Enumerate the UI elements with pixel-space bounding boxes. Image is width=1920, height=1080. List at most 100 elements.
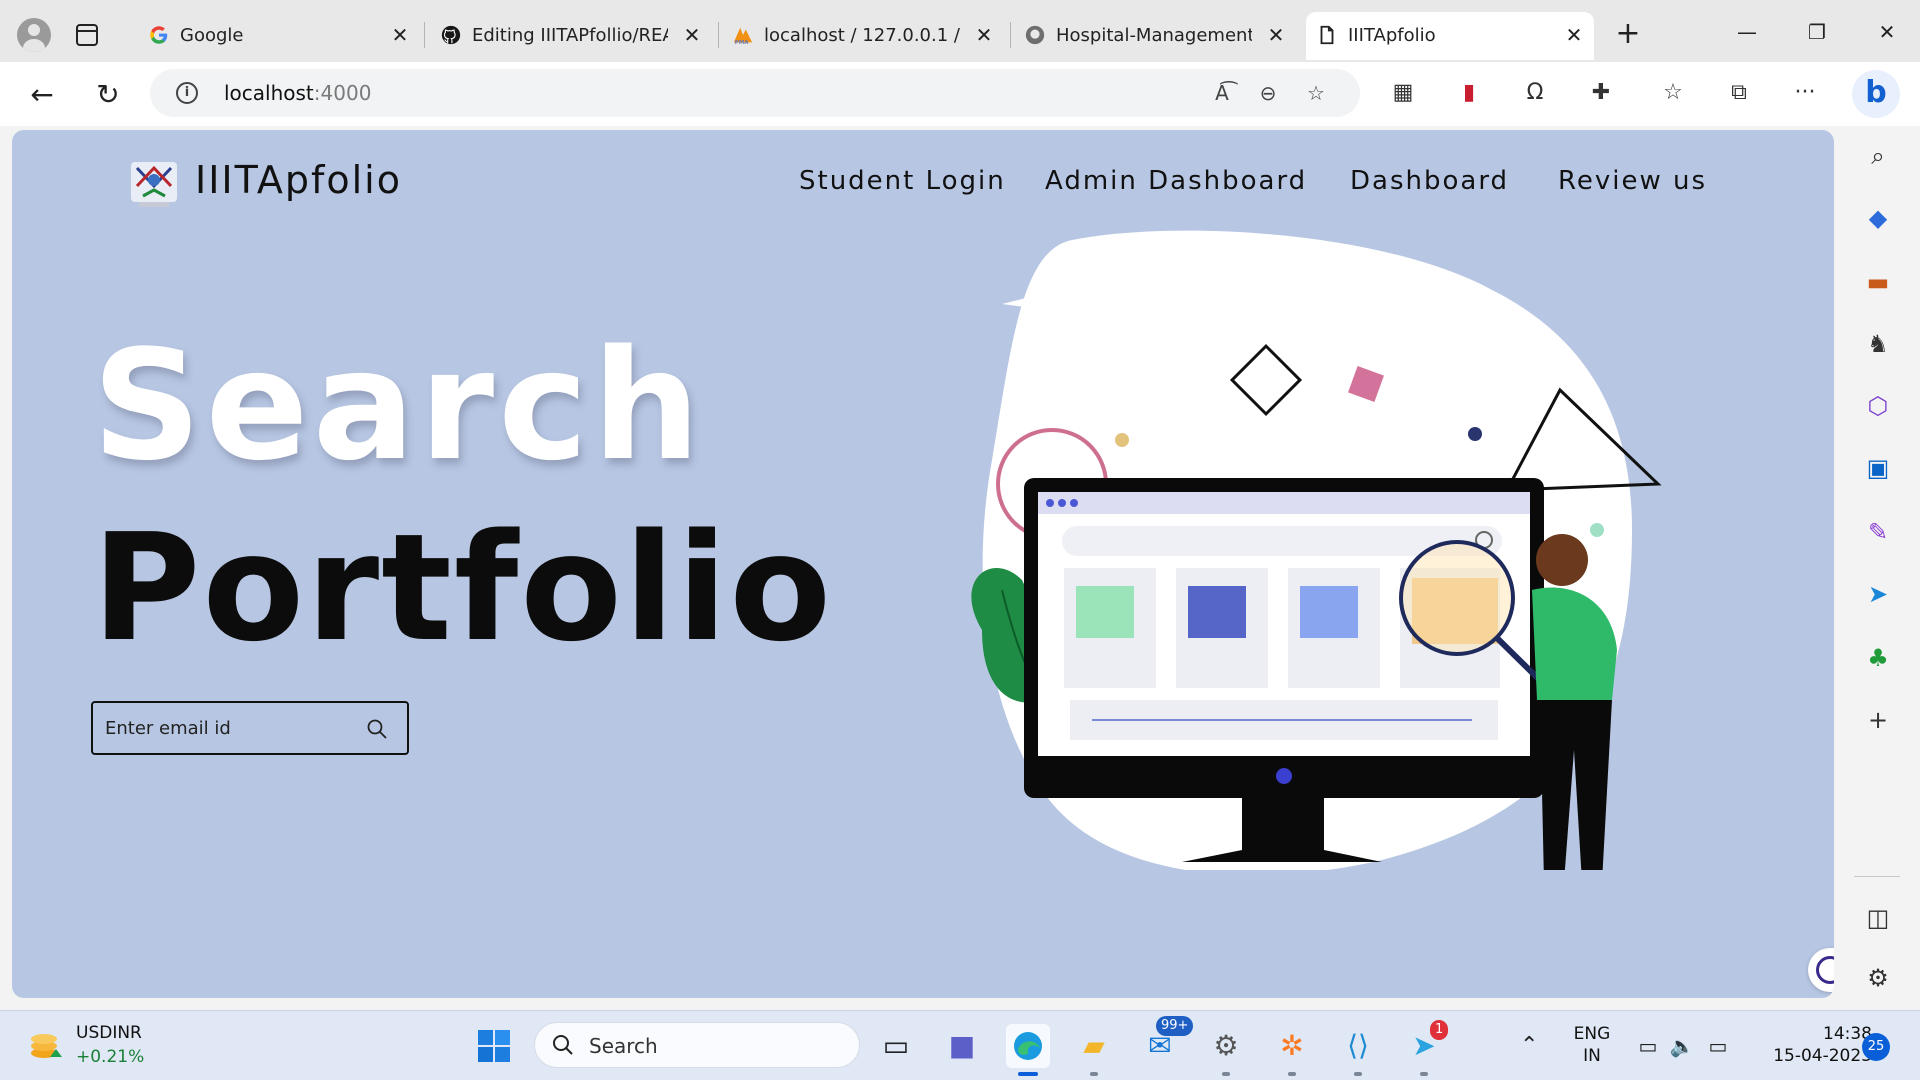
running-indicator <box>1288 1072 1296 1076</box>
windows-start-icon[interactable] <box>472 1024 516 1068</box>
tab-title: Hospital-Management-System <box>1056 25 1252 46</box>
teams-chat-icon[interactable]: ■ <box>940 1024 984 1068</box>
github-icon <box>441 25 461 45</box>
chat-widget-button[interactable] <box>1808 948 1834 992</box>
tab-title: IIITApfolio <box>1348 25 1436 46</box>
hero-heading-search: Search <box>92 317 705 494</box>
restore-button[interactable]: ❐ <box>1794 14 1840 50</box>
tab-google[interactable]: Google ✕ <box>138 12 420 60</box>
tab-separator <box>718 22 719 48</box>
site-info-icon[interactable]: i <box>176 82 198 104</box>
outlook-icon[interactable]: ▣ <box>1856 446 1900 490</box>
tab-github-readme[interactable]: Editing IIITAPfollio/README ✕ <box>430 12 712 60</box>
mail-icon[interactable]: ✉ 99+ <box>1138 1016 1194 1068</box>
refresh-button[interactable]: ↻ <box>88 76 128 116</box>
tab-actions-icon[interactable] <box>76 24 98 46</box>
tab-phpmyadmin[interactable]: PMA localhost / 127.0.0.1 / phpMyAdmin ✕ <box>722 12 1004 60</box>
designer-icon[interactable]: ✎ <box>1856 510 1900 554</box>
taskbar-search[interactable]: Search <box>534 1022 860 1068</box>
close-window-button[interactable]: ✕ <box>1864 14 1910 50</box>
zoom-out-icon[interactable]: ⊖ <box>1254 79 1282 107</box>
running-indicator <box>1354 1072 1362 1076</box>
url-text[interactable]: localhost:4000 <box>224 81 371 105</box>
microsoft365-icon[interactable]: ⬡ <box>1856 384 1900 428</box>
task-view-icon[interactable]: ▭ <box>874 1024 918 1068</box>
omega-extension-icon[interactable]: Ω <box>1518 76 1552 110</box>
collections-icon[interactable]: ⧉ <box>1722 76 1756 110</box>
send-plane-icon[interactable]: ➤ <box>1856 572 1900 616</box>
volume-icon[interactable]: 🔈 <box>1668 1033 1696 1059</box>
currency-coins-icon[interactable] <box>28 1027 64 1063</box>
hero-heading-portfolio: Portfolio <box>92 502 834 674</box>
sidebar-divider <box>1854 876 1900 877</box>
games-chess-icon[interactable]: ♞ <box>1856 322 1900 366</box>
edge-sidebar: ⌕ ◆ ▬ ♞ ⬡ ▣ ✎ ➤ ♣ + ◫ ⚙ <box>1836 126 1920 1010</box>
language-code: ENG <box>1573 1024 1611 1044</box>
search-icon[interactable]: ⌕ <box>1856 134 1900 178</box>
region-code: IN <box>1583 1046 1601 1066</box>
chatbot-face-icon <box>1816 956 1834 984</box>
extensions-puzzle-icon[interactable]: ✚ <box>1584 76 1618 110</box>
hide-sidebar-icon[interactable]: ◫ <box>1856 896 1900 940</box>
add-favorite-icon[interactable]: ☆ <box>1302 79 1330 107</box>
notification-count-badge[interactable]: 25 <box>1862 1033 1890 1061</box>
hero-illustration <box>971 230 1662 870</box>
tab-title: localhost / 127.0.0.1 / phpMyAdmin <box>764 25 960 46</box>
browser-toolbar: ← ↻ i localhost:4000 A͡ ⊖ ☆ ▦ ▮ Ω ✚ ☆ ⧉ … <box>0 62 1920 126</box>
back-button[interactable]: ← <box>22 76 62 116</box>
nav-dashboard[interactable]: Dashboard <box>1350 166 1509 196</box>
email-search-box <box>91 701 409 755</box>
favorites-icon[interactable]: ☆ <box>1656 76 1690 110</box>
svg-text:PMA: PMA <box>735 40 750 46</box>
github-icon <box>1025 25 1045 45</box>
settings-gear-icon[interactable]: ⚙ <box>1204 1024 1248 1076</box>
ticker-name[interactable]: USDINR <box>76 1023 142 1043</box>
extension-flag-icon[interactable]: ▮ <box>1452 76 1486 110</box>
system-clock[interactable]: 14:38 15-04-2023 <box>1752 1023 1872 1067</box>
tree-icon[interactable]: ♣ <box>1856 636 1900 680</box>
network-icon[interactable]: ▭ <box>1634 1033 1662 1059</box>
xampp-icon[interactable]: ✲ <box>1270 1024 1314 1076</box>
more-options-icon[interactable]: ··· <box>1788 76 1822 110</box>
sidebar-settings-icon[interactable]: ⚙ <box>1856 956 1900 1000</box>
tab-title: Google <box>180 25 244 46</box>
close-tab-icon[interactable]: ✕ <box>1264 22 1288 48</box>
search-icon <box>553 1035 573 1055</box>
profile-avatar[interactable] <box>17 18 51 52</box>
tab-iiitapfolio[interactable]: IIITApfolio ✕ <box>1306 12 1594 60</box>
bing-chat-icon[interactable]: b <box>1852 70 1900 118</box>
add-sidebar-app-icon[interactable]: + <box>1856 698 1900 742</box>
battery-icon[interactable]: ▭ <box>1704 1033 1732 1059</box>
collections-extension-icon[interactable]: ▦ <box>1386 76 1420 110</box>
file-explorer-icon[interactable]: ▰ <box>1072 1024 1116 1076</box>
close-tab-icon[interactable]: ✕ <box>1562 22 1586 48</box>
telegram-icon[interactable]: ➤ 1 <box>1402 1020 1449 1076</box>
read-aloud-icon[interactable]: A͡ <box>1208 79 1236 107</box>
phpmyadmin-icon: PMA <box>733 27 753 46</box>
shopping-tag-icon[interactable]: ◆ <box>1856 196 1900 240</box>
show-hidden-icons-chevron-icon[interactable]: ⌃ <box>1520 1033 1538 1058</box>
language-indicator[interactable]: ENG IN <box>1570 1023 1614 1067</box>
close-tab-icon[interactable]: ✕ <box>972 22 996 48</box>
close-tab-icon[interactable]: ✕ <box>388 22 412 48</box>
minimize-button[interactable]: — <box>1724 14 1770 50</box>
close-tab-icon[interactable]: ✕ <box>680 22 704 48</box>
windows-taskbar: USDINR +0.21% Search ▭ ■ ▰ ✉ 99+ ⚙ ✲ ⟨⟩ … <box>0 1010 1920 1080</box>
tab-separator <box>424 22 425 48</box>
nav-review-us[interactable]: Review us <box>1558 166 1707 196</box>
nav-student-login[interactable]: Student Login <box>799 166 1006 196</box>
tools-briefcase-icon[interactable]: ▬ <box>1856 260 1900 304</box>
search-icon[interactable] <box>365 717 389 741</box>
edge-taskbar-icon[interactable] <box>1006 1024 1050 1076</box>
vscode-icon[interactable]: ⟨⟩ <box>1336 1024 1380 1076</box>
nav-admin-dashboard[interactable]: Admin Dashboard <box>1045 166 1307 196</box>
running-indicator <box>1018 1072 1038 1076</box>
address-bar[interactable]: i localhost:4000 A͡ ⊖ ☆ <box>150 69 1360 117</box>
tab-separator <box>1010 22 1011 48</box>
tab-title: Editing IIITAPfollio/README <box>472 25 668 46</box>
email-search-input[interactable] <box>105 711 345 745</box>
ticker-change: +0.21% <box>76 1047 145 1067</box>
new-tab-button[interactable]: + <box>1612 18 1644 52</box>
site-title[interactable]: IIITApfolio <box>195 158 402 202</box>
tab-github-hospital[interactable]: Hospital-Management-System ✕ <box>1014 12 1296 60</box>
